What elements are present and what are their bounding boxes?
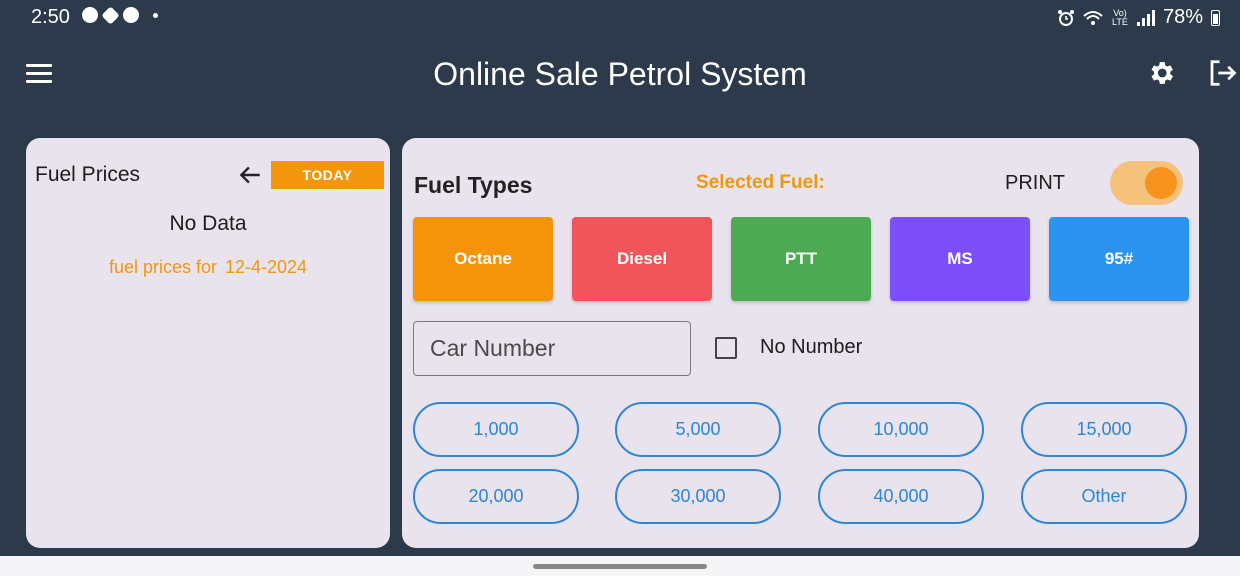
amount-button-10000[interactable]: 10,000 (818, 402, 984, 457)
fuel-type-ms-button[interactable]: MS (890, 217, 1030, 301)
fuel-types-panel: Fuel Types Selected Fuel: PRINT Octane D… (402, 138, 1199, 548)
amount-button-40000[interactable]: 40,000 (818, 469, 984, 524)
wifi-icon (1083, 10, 1103, 25)
fuel-prices-date: 12-4-2024 (224, 257, 308, 277)
app-bar: Online Sale Petrol System (0, 34, 1240, 114)
system-nav-bar (0, 556, 1240, 576)
alarm-icon (1057, 9, 1074, 26)
more-notifications-icon (153, 12, 158, 18)
gear-icon[interactable] (1146, 58, 1176, 88)
signal-icon (1136, 9, 1155, 26)
fuel-prices-for-label: fuel prices for (108, 257, 217, 277)
no-data-message: No Data (169, 212, 247, 235)
fuel-types-title: Fuel Types (414, 172, 533, 198)
amount-button-20000[interactable]: 20,000 (413, 469, 579, 524)
chat-icon (123, 7, 139, 23)
fuel-type-diesel-button[interactable]: Diesel (572, 217, 712, 301)
no-number-checkbox[interactable] (715, 337, 737, 359)
status-bar: 2:50 Vo) LTE 78% (0, 0, 1240, 34)
print-toggle[interactable] (1110, 161, 1183, 205)
print-toggle-knob (1145, 167, 1177, 199)
status-icons-right: Vo) LTE 78% (1057, 6, 1220, 29)
fuel-prices-panel: Fuel Prices TODAY No Data fuel prices fo… (26, 138, 390, 548)
amount-button-other[interactable]: Other (1021, 469, 1187, 524)
today-button[interactable]: TODAY (271, 161, 384, 189)
app-title: Online Sale Petrol System (433, 56, 807, 92)
amount-button-5000[interactable]: 5,000 (615, 402, 781, 457)
selected-fuel-label: Selected Fuel: (696, 172, 825, 193)
back-arrow-icon[interactable] (237, 162, 263, 188)
fuel-prices-date-line: fuel prices for 12-4-2024 (26, 257, 390, 278)
amount-button-1000[interactable]: 1,000 (413, 402, 579, 457)
amount-button-15000[interactable]: 15,000 (1021, 402, 1187, 457)
fuel-type-octane-button[interactable]: Octane (413, 217, 553, 301)
app-icon (101, 5, 120, 25)
fuel-type-ptt-button[interactable]: PTT (731, 217, 871, 301)
print-label: PRINT (1005, 172, 1065, 194)
fuel-prices-title: Fuel Prices (35, 163, 141, 186)
fuel-type-95-button[interactable]: 95# (1049, 217, 1189, 301)
status-time: 2:50 (31, 6, 70, 28)
volte-icon: Vo) LTE (1112, 7, 1128, 27)
battery-percent: 78% (1162, 6, 1203, 28)
notification-icon (82, 7, 98, 23)
logout-icon[interactable] (1206, 58, 1238, 88)
status-icons-left (82, 5, 158, 25)
no-number-label: No Number (760, 336, 863, 358)
car-number-input[interactable] (413, 321, 691, 376)
home-gesture-handle[interactable] (533, 564, 707, 569)
battery-icon (1211, 9, 1220, 26)
amount-button-30000[interactable]: 30,000 (615, 469, 781, 524)
